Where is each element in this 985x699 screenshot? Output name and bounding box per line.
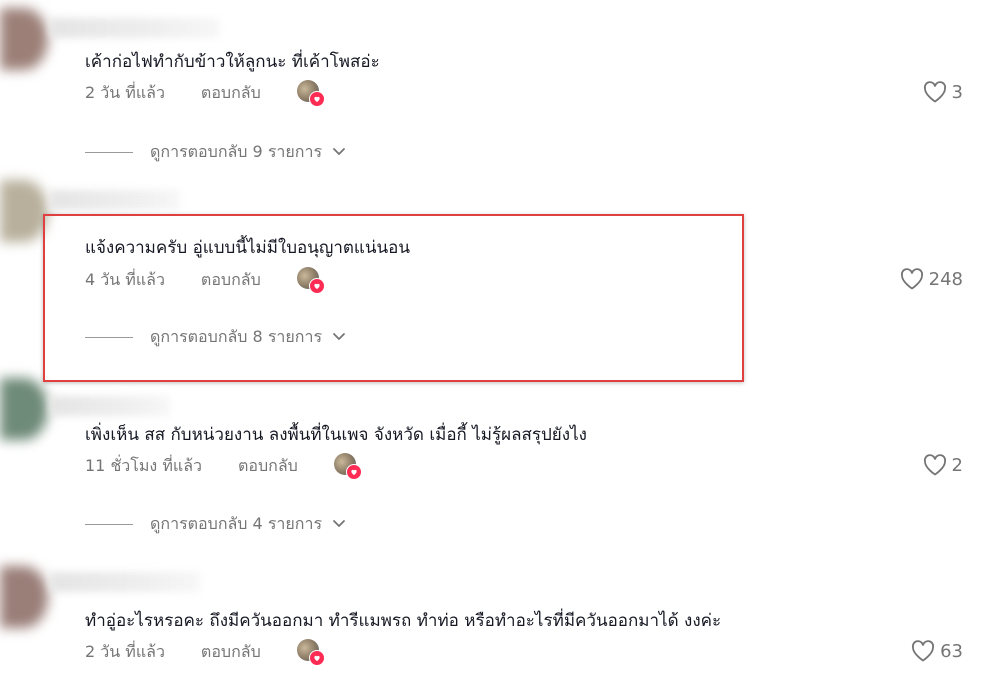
heart-filled-icon: [345, 464, 362, 480]
comment-meta: 11 ชั่วโมง ที่แล้ว ตอบกลับ: [85, 453, 362, 480]
chevron-down-icon: [333, 333, 345, 340]
view-replies-button[interactable]: ดูการตอบกลับ 9 รายการ: [85, 139, 346, 165]
comment-time: 11 ชั่วโมง ที่แล้ว: [85, 455, 202, 475]
comment-meta: 2 วัน ที่แล้ว ตอบกลับ: [85, 639, 325, 666]
like-count: 248: [928, 268, 963, 290]
heart-filled-icon: [308, 650, 325, 666]
creator-liked-badge: [296, 80, 325, 107]
avatar[interactable]: [0, 8, 48, 70]
heart-outline-icon: [923, 454, 946, 476]
comment-text: แจ้งความครับ อู่แบบนี้ไม่มีใบอนุญาตแน่นอ…: [85, 238, 410, 258]
divider-line: [85, 523, 133, 525]
comment-text: เพิ่งเห็น สส กับหน่วยงาน ลงพื้นที่ในเพจ …: [85, 425, 587, 445]
heart-outline-icon: [912, 640, 935, 662]
like-count: 63: [940, 640, 963, 662]
reply-button[interactable]: ตอบกลับ: [201, 268, 261, 293]
like-button[interactable]: 63: [910, 639, 963, 663]
username-blurred: [50, 396, 170, 416]
reply-button[interactable]: ตอบกลับ: [201, 81, 261, 106]
username-blurred: [50, 190, 180, 210]
comment-text: ทำอู่อะไรหรอคะ ถึงมีควันออกมา ทำรีแมพรถ …: [85, 611, 722, 631]
heart-filled-icon: [308, 278, 325, 294]
creator-liked-badge: [333, 453, 362, 480]
chevron-down-icon: [333, 520, 345, 527]
reply-button[interactable]: ตอบกลับ: [238, 454, 298, 479]
view-replies-label: ดูการตอบกลับ 8 รายการ: [150, 326, 323, 346]
like-button[interactable]: 248: [899, 267, 963, 291]
creator-liked-badge: [296, 267, 325, 294]
creator-liked-badge: [296, 639, 325, 666]
like-count: 2: [951, 454, 963, 476]
heart-outline-icon: [923, 81, 946, 103]
reply-button[interactable]: ตอบกลับ: [201, 640, 261, 665]
view-replies-button[interactable]: ดูการตอบกลับ 8 รายการ: [85, 324, 346, 350]
comment-text: เค้าก่อไฟทำกับข้าวให้ลูกนะ ที่เค้าโพสอ่ะ: [85, 52, 380, 72]
avatar[interactable]: [0, 378, 48, 440]
avatar[interactable]: [0, 180, 48, 242]
chevron-down-icon: [333, 148, 345, 155]
view-replies-button[interactable]: ดูการตอบกลับ 4 รายการ: [85, 511, 346, 537]
comment-time: 4 วัน ที่แล้ว: [85, 269, 165, 289]
comment-meta: 4 วัน ที่แล้ว ตอบกลับ: [85, 267, 325, 294]
comment-time: 2 วัน ที่แล้ว: [85, 641, 165, 661]
username-blurred: [50, 572, 200, 592]
like-count: 3: [951, 81, 963, 103]
view-replies-label: ดูการตอบกลับ 4 รายการ: [150, 513, 323, 533]
heart-outline-icon: [900, 268, 923, 290]
comment-meta: 2 วัน ที่แล้ว ตอบกลับ: [85, 80, 325, 107]
view-replies-label: ดูการตอบกลับ 9 รายการ: [150, 141, 323, 161]
heart-filled-icon: [308, 91, 325, 107]
like-button[interactable]: 3: [922, 80, 963, 104]
avatar[interactable]: [0, 566, 48, 628]
divider-line: [85, 336, 133, 338]
comment-time: 2 วัน ที่แล้ว: [85, 82, 165, 102]
divider-line: [85, 151, 133, 153]
like-button[interactable]: 2: [922, 453, 963, 477]
username-blurred: [50, 18, 220, 38]
